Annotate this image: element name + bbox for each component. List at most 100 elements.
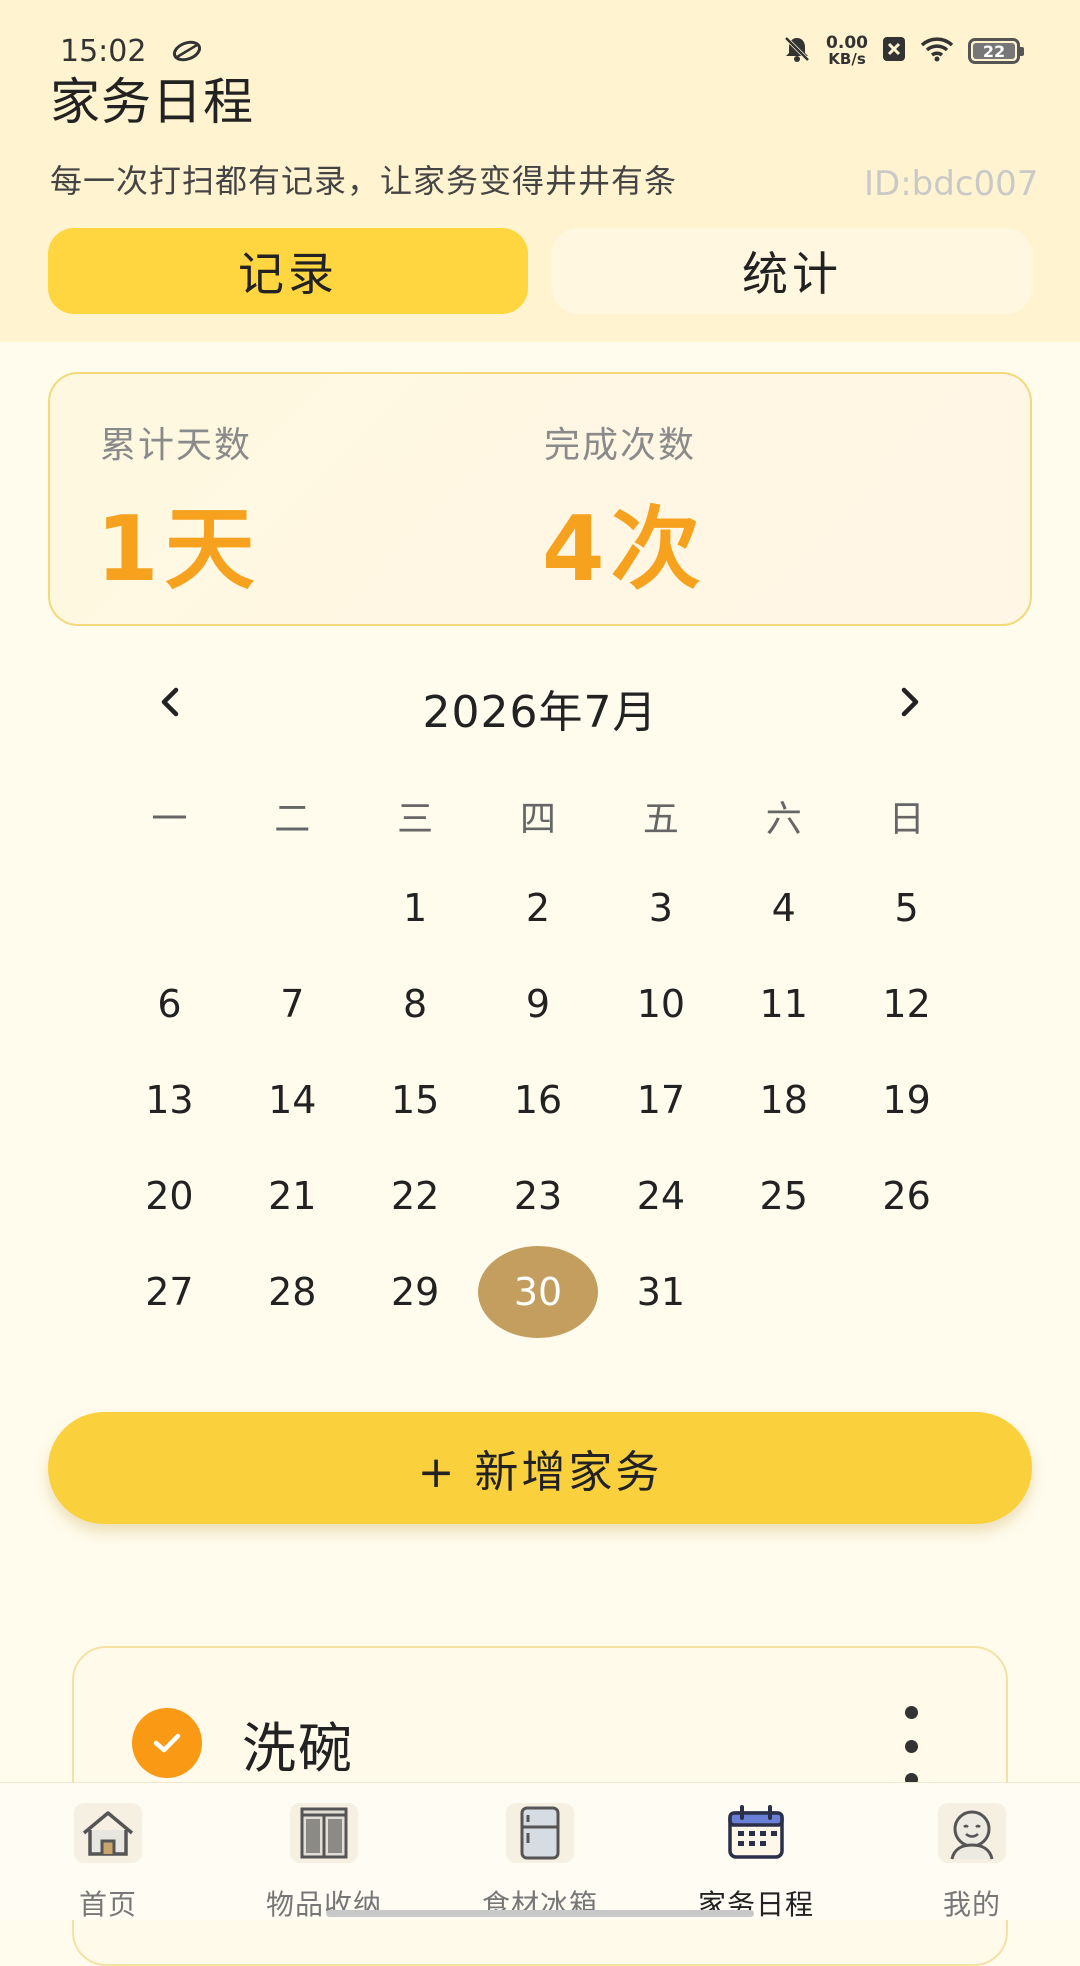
calendar-week-row: 1 2 3 4 5 [108, 862, 968, 954]
nav-fridge[interactable]: 食材冰箱 [432, 1783, 648, 1921]
calendar-day-number: 5 [894, 886, 919, 930]
calendar-day-number: 4 [771, 886, 796, 930]
calendar-day[interactable]: 4 [722, 862, 845, 954]
net-speed: 0.00 KB/s [826, 35, 868, 67]
weekday-label: 六 [765, 799, 802, 840]
nav-profile[interactable]: 我的 [864, 1783, 1080, 1921]
completed-count-label: 完成次数 [544, 425, 697, 466]
calendar-day-number: 19 [882, 1078, 931, 1122]
status-icons: 0.00 KB/s 22 [782, 34, 1024, 68]
calendar-day-number: 30 [478, 1246, 598, 1338]
calendar-day-number: 9 [525, 982, 551, 1026]
next-month-button[interactable] [880, 672, 940, 732]
nav-chore-schedule[interactable]: 家务日程 [648, 1783, 864, 1921]
calendar-day-empty [108, 862, 231, 954]
bottom-nav: 首页 物品收纳 食材冰箱 家务日程 我的 [0, 1782, 1080, 1921]
calendar-day[interactable]: 10 [599, 958, 722, 1050]
calendar-day-number: 3 [648, 886, 673, 930]
calendar-day[interactable]: 2 [477, 862, 600, 954]
chevron-left-icon [161, 687, 179, 717]
nav-storage-label: 物品收纳 [265, 1888, 382, 1921]
calendar-day[interactable]: 8 [354, 958, 477, 1050]
calendar-day[interactable]: 3 [599, 862, 722, 954]
calendar-day-number: 26 [882, 1174, 931, 1218]
calendar-day-number: 27 [145, 1270, 194, 1314]
nav-fridge-label: 食材冰箱 [481, 1888, 598, 1921]
more-vertical-icon[interactable] [896, 1706, 926, 1786]
calendar-day[interactable]: 15 [354, 1054, 477, 1146]
weekday-label: 日 [888, 799, 925, 840]
calendar-day[interactable]: 12 [845, 958, 968, 1050]
chevron-right-icon [901, 687, 919, 717]
total-days-value: 1天 [96, 497, 261, 602]
calendar-day-number: 7 [280, 982, 305, 1026]
calendar-day-selected[interactable]: 30 [477, 1246, 600, 1338]
calendar-day[interactable]: 24 [599, 1150, 722, 1242]
calendar-day[interactable]: 7 [231, 958, 354, 1050]
weekday-label: 五 [642, 799, 679, 840]
calendar-day[interactable]: 27 [108, 1246, 231, 1338]
calendar-week-row: 27 28 29 30 31 [108, 1246, 968, 1338]
calendar-day-number: 24 [636, 1174, 686, 1218]
calendar-day[interactable]: 6 [108, 958, 231, 1050]
check-circle-icon[interactable] [132, 1708, 202, 1778]
calendar-day-number: 29 [390, 1270, 440, 1314]
calendar-day[interactable]: 18 [722, 1054, 845, 1146]
calendar-month-title: 2026年7月 [422, 687, 658, 738]
calendar-day[interactable]: 13 [108, 1054, 231, 1146]
tab-statistics[interactable]: 统计 [552, 228, 1032, 314]
nav-storage[interactable]: 物品收纳 [216, 1783, 432, 1921]
weekday-label: 二 [274, 799, 311, 840]
calendar-day-number: 28 [268, 1270, 317, 1314]
calendar-day-number: 21 [268, 1174, 317, 1218]
calendar-week-row: 20 21 22 23 24 25 26 [108, 1150, 968, 1242]
calendar-day[interactable]: 23 [477, 1150, 600, 1242]
calendar-week-row: 6 7 8 9 10 11 12 [108, 958, 968, 1050]
calendar-day[interactable]: 11 [722, 958, 845, 1050]
id-watermark: ID:bdc007 [864, 164, 1039, 204]
calendar-day-number: 1 [403, 886, 428, 930]
calendar-day[interactable]: 5 [845, 862, 968, 954]
calendar-day-number: 22 [390, 1174, 440, 1218]
calendar-day-number: 13 [145, 1078, 194, 1122]
wifi-icon [920, 36, 954, 66]
tab-records[interactable]: 记录 [48, 228, 528, 314]
calendar-day[interactable]: 9 [477, 958, 600, 1050]
calendar-day[interactable]: 26 [845, 1150, 968, 1242]
profile-face-icon [932, 1797, 1012, 1869]
calendar-day[interactable]: 16 [477, 1054, 600, 1146]
calendar-day-number: 25 [759, 1174, 808, 1218]
calendar-day[interactable]: 22 [354, 1150, 477, 1242]
calendar-day-number: 12 [882, 982, 931, 1026]
calendar-day[interactable]: 1 [354, 862, 477, 954]
calendar-day[interactable]: 28 [231, 1246, 354, 1338]
calendar-day[interactable]: 19 [845, 1054, 968, 1146]
stats-card: 累计天数 1天 完成次数 4次 [48, 372, 1032, 626]
weekday-label: 三 [397, 799, 434, 840]
calendar-day-number: 10 [636, 982, 686, 1026]
calendar-day[interactable]: 29 [354, 1246, 477, 1338]
prev-month-button[interactable] [140, 672, 200, 732]
calendar-day[interactable]: 20 [108, 1150, 231, 1242]
calendar-day[interactable]: 14 [231, 1054, 354, 1146]
calendar-day[interactable]: 25 [722, 1150, 845, 1242]
net-speed-unit: KB/s [828, 50, 866, 68]
home-indicator[interactable] [326, 1910, 754, 1917]
calendar-day-empty [722, 1246, 845, 1338]
battery-icon: 22 [968, 38, 1024, 64]
calendar-day[interactable]: 31 [599, 1246, 722, 1338]
calendar-week-row: 13 14 15 16 17 18 19 [108, 1054, 968, 1146]
calendar-day-number: 17 [636, 1078, 686, 1122]
calendar-day-number: 18 [759, 1078, 808, 1122]
calendar-day[interactable]: 21 [231, 1150, 354, 1242]
calendar-day-number: 2 [525, 886, 551, 930]
calendar-day-number: 23 [513, 1174, 563, 1218]
chore-title: 洗碗 [242, 1717, 354, 1780]
calendar-day-number: 14 [268, 1078, 317, 1122]
nav-profile-label: 我的 [942, 1888, 1001, 1921]
mute-bell-icon [782, 34, 812, 68]
calendar-day[interactable]: 17 [599, 1054, 722, 1146]
nav-home[interactable]: 首页 [0, 1783, 216, 1921]
add-chore-button[interactable]: + 新增家务 [48, 1412, 1032, 1524]
calendar-day-number: 6 [157, 982, 182, 1026]
